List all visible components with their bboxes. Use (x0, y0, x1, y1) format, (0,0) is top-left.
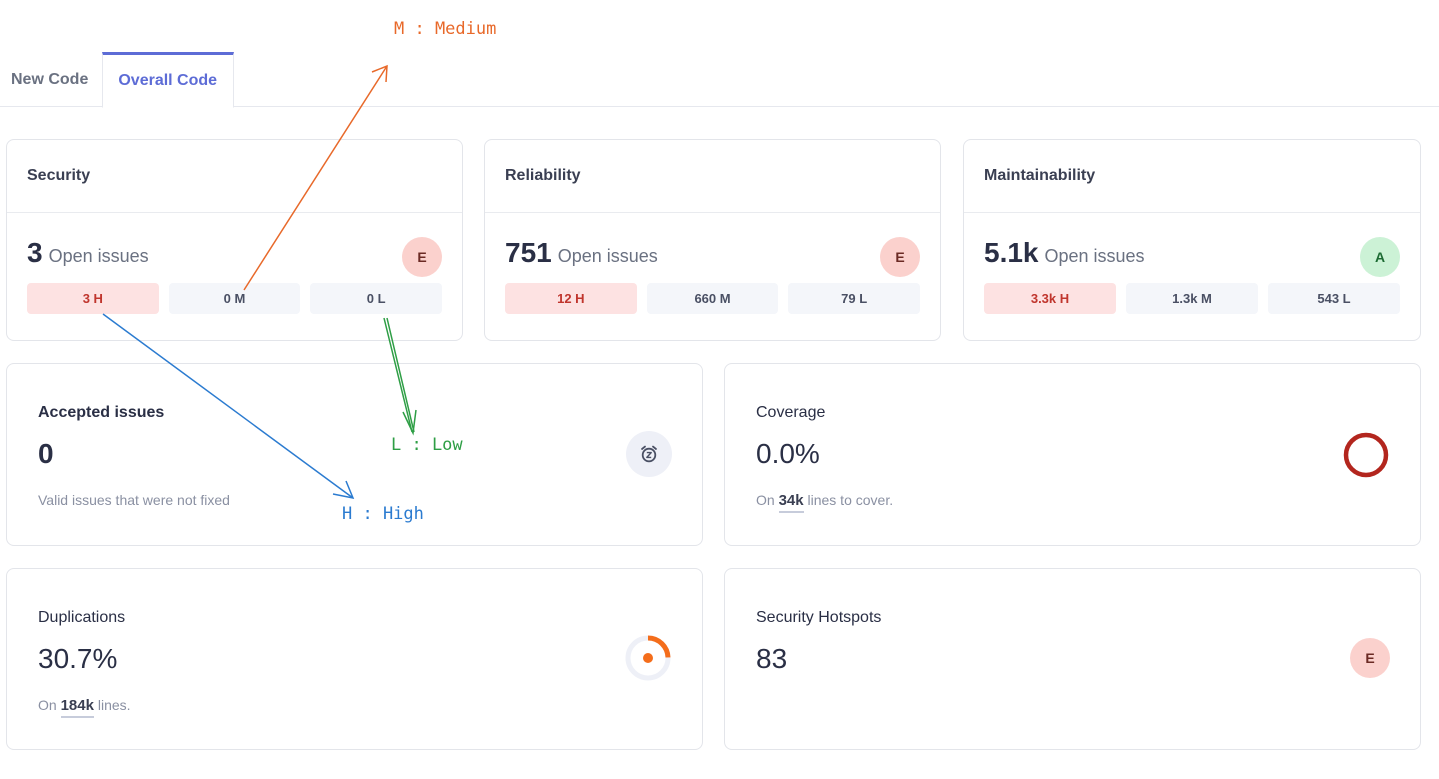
coverage-subtitle: On 34k lines to cover. (756, 492, 894, 513)
coverage-value[interactable]: 0.0% (756, 438, 820, 470)
maintainability-rating-badge[interactable]: A (1360, 237, 1400, 277)
duplications-subtitle: On 184k lines. (38, 697, 131, 718)
sub-suffix: lines to cover. (807, 492, 894, 508)
card-title: Coverage (756, 404, 826, 421)
duplications-card: Duplications 30.7% On 184k lines. (6, 568, 703, 750)
high-severity-chip[interactable]: 3 H (27, 283, 159, 314)
tab-overall-code[interactable]: Overall Code (102, 52, 235, 108)
open-issues-count[interactable]: 5.1k (984, 237, 1039, 269)
card-title: Duplications (38, 609, 126, 626)
code-scope-tabs: New Code Overall Code (0, 52, 235, 108)
medium-severity-chip[interactable]: 0 M (168, 283, 301, 314)
low-severity-chip[interactable]: 0 L (310, 283, 443, 314)
low-severity-chip[interactable]: 79 L (788, 283, 921, 314)
card-title: Maintainability (964, 140, 1420, 213)
sub-suffix: lines. (97, 697, 131, 713)
coverage-card: Coverage 0.0% On 34k lines to cover. (724, 363, 1421, 546)
high-severity-chip[interactable]: 12 H (505, 283, 637, 314)
medium-severity-chip[interactable]: 660 M (646, 283, 779, 314)
open-issues-count[interactable]: 3 (27, 237, 43, 269)
sub-prefix: On (756, 492, 775, 508)
card-title: Security Hotspots (756, 609, 882, 626)
open-issues-label: Open issues (48, 246, 149, 266)
card-title: Security (7, 140, 462, 213)
duplications-value[interactable]: 30.7% (38, 643, 117, 675)
coverage-ring-icon (1343, 432, 1389, 478)
security-card: Security 3 Open issues E 3 H 0 M 0 L (6, 139, 463, 341)
medium-annotation: M : Medium (394, 19, 497, 39)
reliability-rating-badge[interactable]: E (880, 237, 920, 277)
card-title: Reliability (485, 140, 940, 213)
accepted-issues-value[interactable]: 0 (38, 438, 54, 470)
card-title: Accepted issues (38, 404, 165, 421)
duplications-gauge-icon (625, 635, 671, 681)
high-severity-chip[interactable]: 3.3k H (984, 283, 1116, 314)
accepted-issues-subtitle: Valid issues that were not fixed (38, 492, 230, 508)
high-annotation: H : High (342, 504, 424, 524)
tab-new-code[interactable]: New Code (0, 52, 102, 107)
low-severity-chip[interactable]: 543 L (1268, 283, 1400, 314)
open-issues-label: Open issues (557, 246, 658, 266)
lines-link[interactable]: 184k (60, 697, 94, 718)
security-hotspots-card: Security Hotspots 83 E (724, 568, 1421, 750)
hotspots-value[interactable]: 83 (756, 643, 787, 675)
sub-prefix: On (38, 697, 57, 713)
open-issues-count[interactable]: 751 (505, 237, 552, 269)
medium-severity-chip[interactable]: 1.3k M (1126, 283, 1258, 314)
reliability-card: Reliability 751 Open issues E 12 H 660 M… (484, 139, 941, 341)
low-annotation: L : Low (391, 435, 463, 455)
security-rating-badge[interactable]: E (402, 237, 442, 277)
lines-to-cover-link[interactable]: 34k (778, 492, 804, 513)
hotspots-rating-badge[interactable]: E (1350, 638, 1390, 678)
alarm-snooze-icon (626, 431, 672, 477)
maintainability-card: Maintainability 5.1k Open issues A 3.3k … (963, 139, 1421, 341)
open-issues-label: Open issues (1044, 246, 1145, 266)
